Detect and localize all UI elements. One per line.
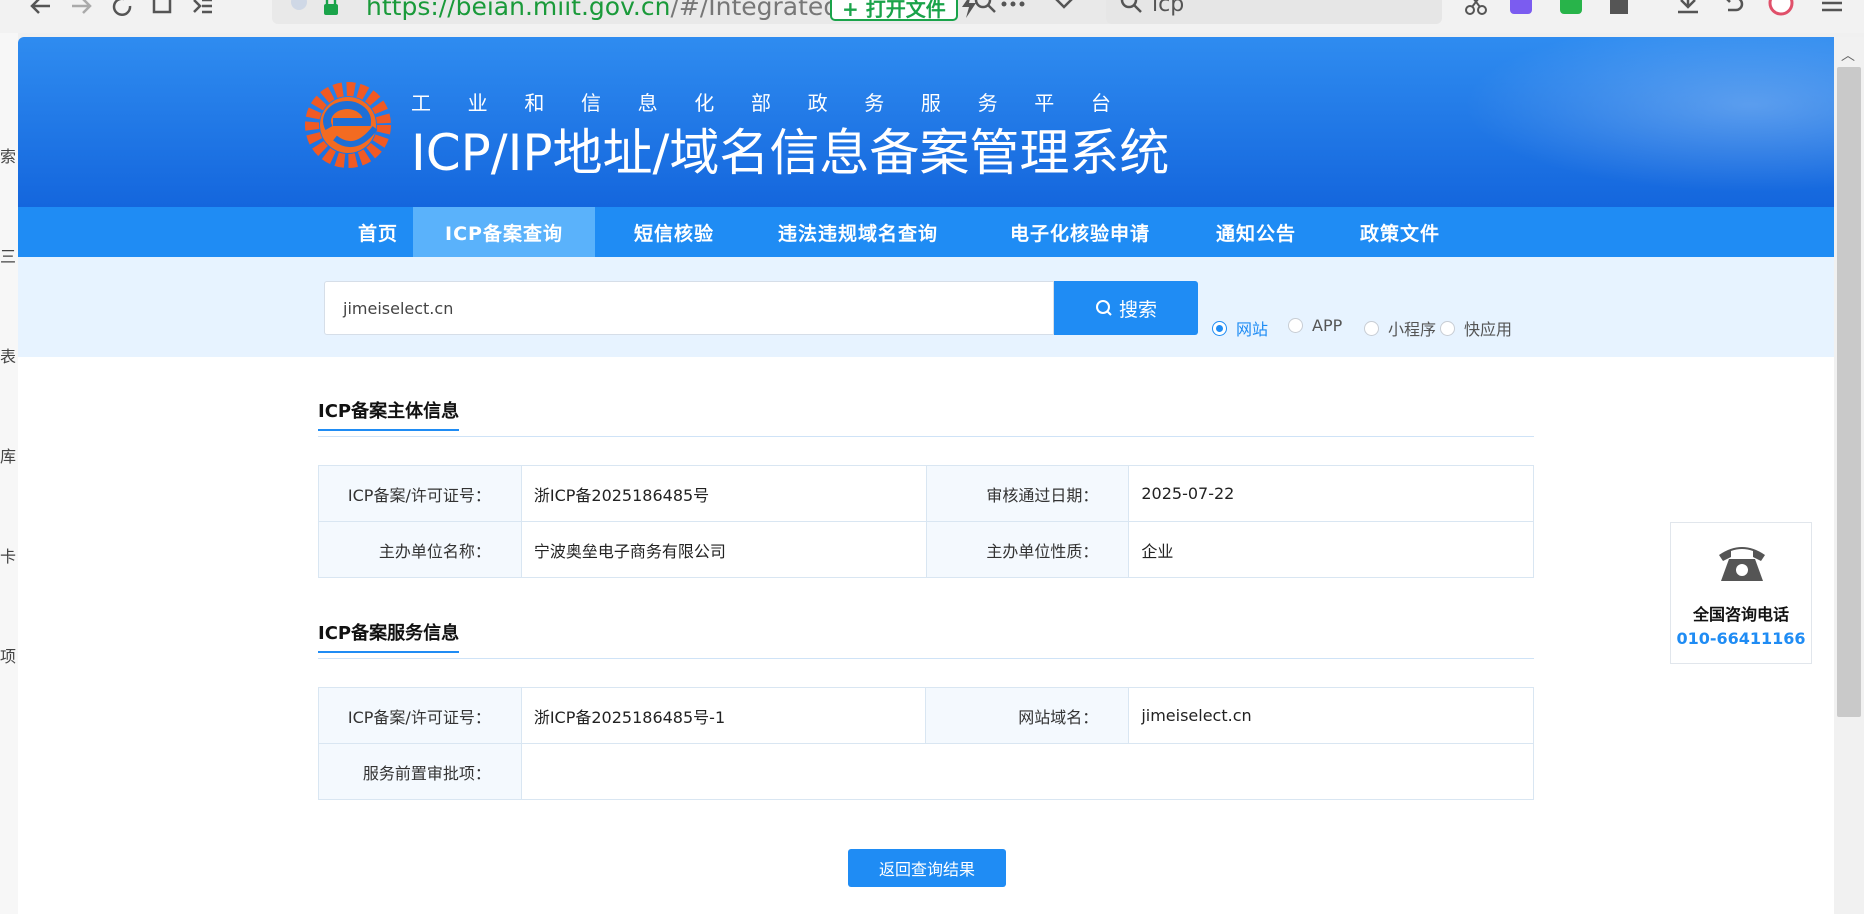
header-subtitle: 工 业 和 信 息 化 部 政 务 服 务 平 台 [411,91,1111,115]
nav-item-notices[interactable]: 通知公告 [1196,207,1316,257]
radio-label: 小程序 [1388,320,1437,339]
translate-extension-icon[interactable] [1510,0,1532,14]
download-icon[interactable] [1676,0,1700,16]
menu-icon[interactable] [1820,0,1844,16]
return-results-button[interactable]: 返回查询结果 [848,849,1006,887]
home-icon[interactable] [150,0,174,22]
radio-label: 快应用 [1464,320,1513,339]
reading-list-icon[interactable] [190,0,214,22]
telephone-icon [1719,547,1765,581]
radio-website[interactable]: 网站 [1212,316,1268,340]
license-value: 浙ICP备2025186485号 [520,465,927,522]
pre-approval-label: 服务前置审批项： [318,743,522,800]
service-license-value: 浙ICP备2025186485号-1 [520,687,927,744]
organizer-type-value: 企业 [1128,521,1534,578]
hotline-number: 010-66411166 [1676,629,1806,648]
scissors-icon[interactable] [1464,0,1488,16]
radio-dot [1288,318,1303,333]
subject-section-title: ICP备案主体信息 [318,397,460,431]
forward-icon[interactable] [70,0,94,22]
service-section-title: ICP备案服务信息 [318,619,460,653]
search-icon [1095,300,1112,316]
organizer-name-value: 宁波奥垒电子商务有限公司 [520,521,927,578]
nav-item-policy[interactable]: 政策文件 [1340,207,1460,257]
service-license-label: ICP备案/许可证号： [318,687,522,744]
page-content: 工 业 和 信 息 化 部 政 务 服 务 平 台 ICP/IP地址/域名信息备… [18,37,1834,914]
browser-search-text: icp [1152,0,1185,17]
radio-dot [1364,320,1379,336]
section-divider [318,658,1534,659]
search-area: jimeiselect.cn 搜索 网站 APP 小程序 快应用 [18,257,1834,357]
open-file-button[interactable]: + 打开文件 [830,0,958,21]
side-panel-text: 表 [0,347,17,366]
site-info-icon[interactable] [288,0,310,14]
side-panel-text: 库 [0,447,17,466]
organizer-name-label: 主办单位名称： [318,521,522,578]
approval-date-label: 审核通过日期： [925,465,1130,522]
browser-toolbar: https://beian.miit.gov.cn/#/Integrated/r… [0,0,1864,33]
url-text: https://beian.miit.gov.cn/#/Integrated/r… [366,0,873,21]
lightning-icon[interactable] [958,0,980,18]
skyline-decoration [1414,37,1834,207]
radio-dot [1212,320,1227,336]
nav-item-icp-query[interactable]: ICP备案查询 [413,207,595,257]
section-divider [318,436,1534,437]
lock-icon [324,0,338,15]
puzzle-icon[interactable] [1606,0,1632,16]
hotline-card: 全国咨询电话 010-66411166 [1670,522,1812,664]
radio-mini-program[interactable]: 小程序 [1364,316,1436,340]
chevron-down-icon[interactable] [1052,0,1076,12]
page-scrollbar[interactable]: ︿ [1834,37,1864,914]
side-panel-edge: 索 三 表 库 卡 项 [0,33,18,914]
radio-label: 网站 [1236,320,1269,339]
radio-label: APP [1312,316,1343,335]
side-panel-text: 索 [0,147,17,166]
service-info-table: ICP备案/许可证号： 浙ICP备2025186485号-1 网站域名： jim… [318,687,1535,800]
radio-app[interactable]: APP [1288,316,1342,335]
table-row: ICP备案/许可证号： 浙ICP备2025186485号 审核通过日期： 202… [318,465,1534,522]
license-label: ICP备案/许可证号： [318,465,522,522]
back-icon[interactable] [28,0,52,22]
side-panel-text: 项 [0,647,17,666]
search-icon [1120,0,1142,13]
nav-item-illegal-domain[interactable]: 违法违规域名查询 [758,207,958,257]
refresh-icon[interactable] [110,0,134,22]
green-extension-icon[interactable] [1560,0,1582,14]
pre-approval-value [520,743,1535,800]
table-row: ICP备案/许可证号： 浙ICP备2025186485号-1 网站域名： jim… [318,687,1534,744]
scrollbar-thumb[interactable] [1837,67,1861,717]
subject-info-table: ICP备案/许可证号： 浙ICP备2025186485号 审核通过日期： 202… [318,465,1534,578]
page-title: ICP/IP地址/域名信息备案管理系统 [411,124,1170,182]
side-panel-text: 三 [0,247,17,266]
search-input[interactable]: jimeiselect.cn [324,281,1054,335]
domain-value: jimeiselect.cn [1128,687,1534,744]
ai-icon[interactable] [1768,0,1794,16]
scroll-up-icon[interactable]: ︿ [1841,45,1855,65]
organizer-type-label: 主办单位性质： [925,521,1130,578]
radio-dot [1440,320,1455,336]
nav-item-electronic-verify[interactable]: 电子化核验申请 [980,207,1180,257]
search-button[interactable]: 搜索 [1054,281,1198,335]
table-row: 服务前置审批项： [318,743,1535,800]
browser-search-box[interactable]: icp [1106,0,1442,24]
header-banner: 工 业 和 信 息 化 部 政 务 服 务 平 台 ICP/IP地址/域名信息备… [18,37,1834,207]
approval-date-value: 2025-07-22 [1128,465,1534,522]
main-nav: 首页 ICP备案查询 短信核验 违法违规域名查询 电子化核验申请 通知公告 政策… [18,207,1834,257]
table-row: 主办单位名称： 宁波奥垒电子商务有限公司 主办单位性质： 企业 [318,521,1534,578]
nav-item-sms-verify[interactable]: 短信核验 [614,207,734,257]
miit-logo [305,82,391,168]
more-icon[interactable] [1000,0,1026,10]
side-panel-text: 卡 [0,547,17,566]
radio-quick-app[interactable]: 快应用 [1440,316,1512,340]
domain-label: 网站域名： [925,687,1130,744]
undo-icon[interactable] [1720,0,1744,16]
hotline-label: 全国咨询电话 [1692,605,1789,624]
search-button-label: 搜索 [1118,298,1157,321]
